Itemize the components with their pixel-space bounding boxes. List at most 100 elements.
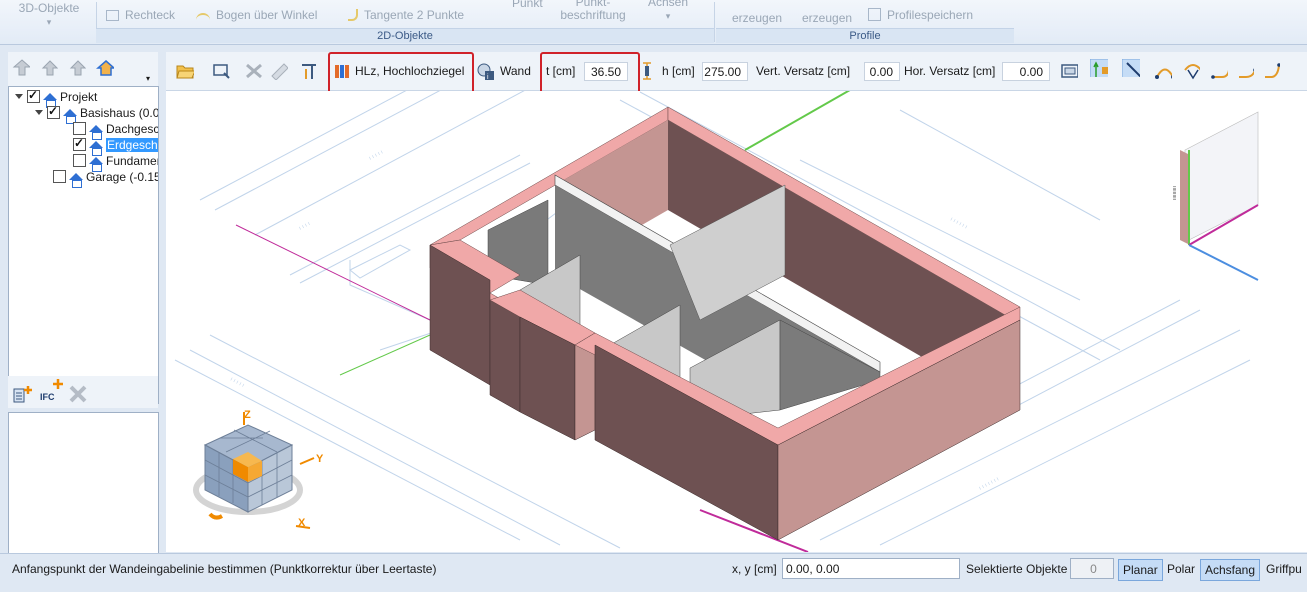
hor-offset-input[interactable]: 0.00	[1002, 62, 1050, 81]
ribbon-erzeugen2-label: erzeugen	[802, 11, 853, 25]
thickness-input[interactable]: 36.50	[584, 62, 628, 81]
ifc-panel	[8, 412, 159, 554]
ribbon-punktbeschriftung-button[interactable]: Punkt-beschriftung	[556, 0, 630, 22]
house-icon[interactable]	[96, 58, 114, 78]
ribbon-profilespeichern-button[interactable]: Profilespeichern	[868, 8, 973, 22]
3d-scene[interactable]: ı ı ı ı ı ı ı ı ı ı ı ı ı ı ı ı ı ı ı ı …	[166, 91, 1307, 552]
tree-label: Basishaus (0.0	[80, 106, 159, 120]
arc-angle-icon[interactable]	[1182, 62, 1200, 80]
ifc-toolbar: IFC	[8, 376, 158, 408]
checkbox[interactable]	[73, 135, 86, 151]
griffpunkt-toggle[interactable]: Griffpu	[1262, 559, 1306, 579]
svg-text:ıııııııııı: ıııııııııı	[1172, 186, 1178, 200]
tree-row-basishaus[interactable]: Basishaus (0.0	[35, 103, 159, 124]
ribbon-bogen-button[interactable]: Bogen über Winkel	[196, 8, 317, 22]
wall-toolbar: HLz, Hochlochziegel i Wand t [cm] 36.50 …	[166, 52, 1307, 98]
ribbon-punkt-label: Punkt	[512, 0, 543, 10]
delete-icon[interactable]	[68, 384, 88, 404]
add-document-icon[interactable]	[12, 384, 34, 404]
arc-tool-icon[interactable]	[1154, 62, 1172, 80]
achsfang-toggle[interactable]: Achsfang	[1200, 559, 1261, 581]
ribbon-bogen-label: Bogen über Winkel	[216, 8, 318, 22]
tree-label: Dachgesc	[106, 122, 159, 136]
building-icon	[69, 173, 83, 188]
ribbon-erzeugen1-button[interactable]: erzeugen	[732, 11, 782, 25]
ribbon-rechteck-button[interactable]: Rechteck	[106, 8, 175, 22]
select-rectangle-icon[interactable]	[212, 62, 230, 80]
svg-text:ı ı ı ı ı: ı ı ı ı ı	[368, 149, 384, 161]
tangent-tool-icon[interactable]	[1210, 62, 1228, 80]
ribbon-tangente-button[interactable]: Tangente 2 Punkte	[348, 8, 464, 22]
ribbon-rechteck-label: Rechteck	[125, 8, 176, 22]
checkbox[interactable]	[47, 103, 60, 119]
rectangle-icon	[106, 10, 119, 21]
open-folder-icon[interactable]	[176, 62, 194, 80]
delete-wall-icon[interactable]	[244, 62, 262, 80]
xy-input[interactable]: 0.00, 0.00	[782, 558, 960, 579]
stack-up-icon[interactable]	[12, 58, 30, 78]
svg-text:ı ı ı ı ı ı ı: ı ı ı ı ı ı ı	[978, 476, 1000, 492]
tree-label: Projekt	[60, 90, 98, 104]
height-label: h [cm]	[662, 64, 695, 78]
status-message: Anfangspunkt der Wandeingabelinie bestim…	[12, 562, 437, 576]
view-cube[interactable]	[193, 412, 315, 529]
ribbon-tangente-label: Tangente 2 Punkte	[364, 8, 465, 22]
hor-offset-label: Hor. Versatz [cm]	[904, 64, 996, 78]
wall-corner-icon[interactable]	[300, 62, 318, 80]
project-icon	[43, 93, 57, 108]
orientation-preview: ıııııııııı	[1172, 111, 1259, 281]
checkbox[interactable]	[27, 87, 40, 103]
line-tool-icon[interactable]	[1122, 59, 1140, 77]
brick-material-icon[interactable]	[334, 62, 352, 80]
ribbon-3d-objekte-label: 3D-Objekte	[18, 1, 80, 15]
save-icon	[868, 8, 881, 21]
tree-row-fundament[interactable]: Fundamen	[73, 153, 159, 172]
y-axis-line	[339, 334, 431, 376]
expander-icon[interactable]	[35, 110, 43, 115]
ribbon-profilespeichern-label: Profilespeichern	[887, 8, 974, 22]
planar-toggle[interactable]: Planar	[1118, 559, 1163, 581]
vert-offset-input[interactable]: 0.00	[864, 62, 900, 81]
tree-row-dachgeschoss[interactable]: Dachgesc	[73, 121, 159, 140]
svg-text:ı ı ı ı: ı ı ı ı	[298, 221, 311, 232]
axis-lock-icon[interactable]	[1090, 59, 1108, 77]
ribbon-punkt-button[interactable]: Punkt	[512, 0, 543, 10]
ribbon-separator	[714, 2, 715, 42]
tree-label: Garage (-0.150	[86, 170, 158, 184]
element-type-label[interactable]: Wand	[500, 52, 531, 90]
fillet-tool-icon[interactable]	[1262, 62, 1280, 80]
height-input[interactable]: 275.00	[702, 62, 748, 81]
wall-type-icon[interactable]: i	[476, 62, 494, 80]
selected-objects-label: Selektierte Objekte	[966, 562, 1068, 576]
tree-row-garage[interactable]: Garage (-0.150	[53, 169, 158, 188]
wall-edit-icon[interactable]	[270, 62, 288, 80]
wall-frame-icon[interactable]	[1060, 62, 1078, 80]
3d-viewport[interactable]: ı ı ı ı ı ı ı ı ı ı ı ı ı ı ı ı ı ı ı ı …	[166, 91, 1307, 552]
ribbon-erzeugen1-label: erzeugen	[732, 11, 783, 25]
selected-objects-count: 0	[1070, 558, 1114, 579]
tree-row-erdgeschoss[interactable]: Erdgescho	[73, 135, 158, 156]
ribbon-group-profile: Profile	[716, 28, 1014, 43]
ribbon-erzeugen2-button[interactable]: erzeugen	[802, 11, 852, 25]
ifc-button[interactable]: IFC	[40, 392, 55, 402]
ribbon-achsen-button[interactable]: Achsen ▾	[642, 0, 694, 23]
material-dropdown[interactable]: HLz, Hochlochziegel	[355, 52, 464, 90]
polar-toggle[interactable]: Polar	[1163, 559, 1199, 579]
tree-label: Fundamen	[106, 154, 159, 168]
wall-outer-left-b	[489, 299, 521, 413]
tree-label: Erdgescho	[106, 138, 158, 152]
tree-toolbar: ▾	[8, 52, 158, 86]
tangent-arc-icon[interactable]	[1236, 62, 1254, 80]
expander-icon[interactable]	[15, 94, 23, 99]
arrow-up-icon[interactable]	[40, 58, 58, 78]
checkbox[interactable]	[73, 122, 86, 135]
building-icon	[63, 109, 77, 124]
arrow-up-icon[interactable]	[68, 58, 86, 78]
checkbox[interactable]	[73, 154, 86, 167]
ribbon-3d-objekte-button[interactable]: 3D-Objekte ▾	[14, 2, 84, 29]
view-cube-y-label: Y	[316, 453, 324, 465]
dropdown-arrow-icon[interactable]: ▾	[146, 74, 150, 83]
ribbon-group-2d-objekte: 2D-Objekte	[96, 28, 714, 43]
checkbox[interactable]	[53, 170, 66, 183]
y-axis-line-back	[744, 91, 851, 151]
